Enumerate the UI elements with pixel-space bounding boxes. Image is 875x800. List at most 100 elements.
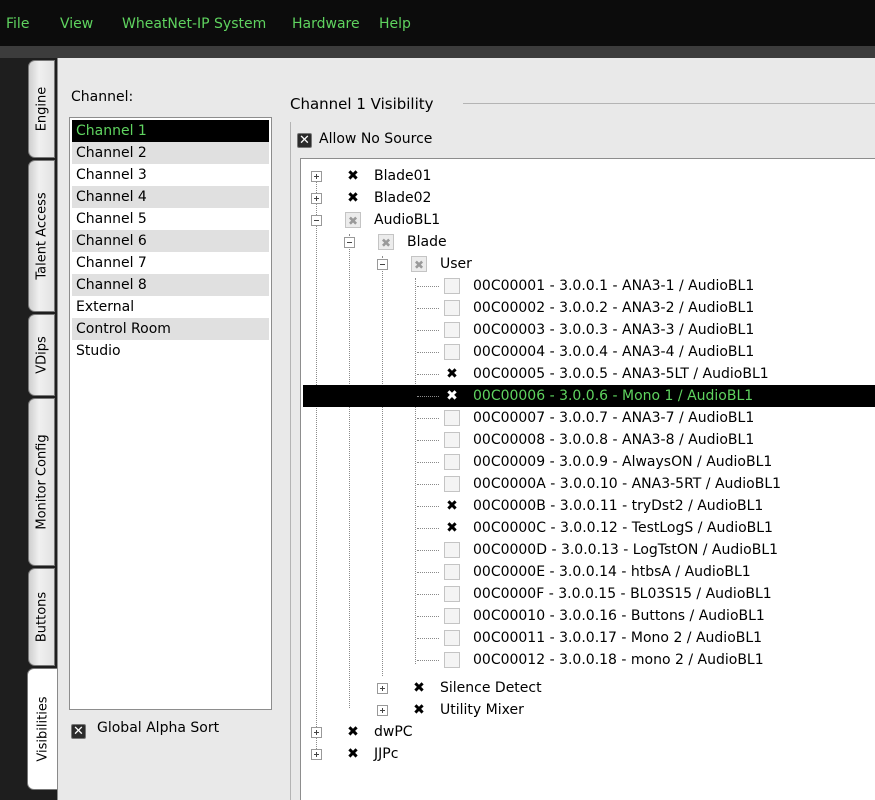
channel-item-external[interactable]: External xyxy=(72,296,269,318)
tree-node-source[interactable]: 00C00009 - 3.0.0.9 - AlwaysON / AudioBL1 xyxy=(303,451,875,473)
source-label: 00C00005 - 3.0.0.5 - ANA3-5LT / AudioBL1 xyxy=(473,366,769,382)
tree-node-audiobl1[interactable]: ✖ AudioBL1 xyxy=(303,209,875,231)
menu-file[interactable]: File xyxy=(6,16,29,32)
tree-node-source[interactable]: 00C00007 - 3.0.0.7 - ANA3-7 / AudioBL1 xyxy=(303,407,875,429)
empty-checkbox-icon[interactable] xyxy=(444,652,460,668)
expand-icon[interactable] xyxy=(311,171,322,182)
tree-node-utility-mixer[interactable]: ✖ Utility Mixer xyxy=(303,699,875,721)
empty-checkbox-icon[interactable] xyxy=(444,542,460,558)
tab-visibilities-label: Visibilities xyxy=(35,696,50,762)
empty-checkbox-icon[interactable] xyxy=(444,300,460,316)
tree-node-jjpc[interactable]: ✖ JJPc xyxy=(303,743,875,765)
menu-help[interactable]: Help xyxy=(379,16,411,32)
tab-talent-access[interactable]: Talent Access xyxy=(28,160,55,312)
x-checkbox-icon[interactable]: ✖ xyxy=(444,498,460,514)
channel-item-5[interactable]: Channel 5 xyxy=(72,208,269,230)
collapse-icon[interactable] xyxy=(311,215,322,226)
expand-icon[interactable] xyxy=(311,193,322,204)
empty-checkbox-icon[interactable] xyxy=(444,278,460,294)
tree-node-source[interactable]: 00C00008 - 3.0.0.8 - ANA3-8 / AudioBL1 xyxy=(303,429,875,451)
tree-node-source[interactable]: 00C0000F - 3.0.0.15 - BL03S15 / AudioBL1 xyxy=(303,583,875,605)
tab-engine[interactable]: Engine xyxy=(28,60,55,158)
channel-item-7[interactable]: Channel 7 xyxy=(72,252,269,274)
x-checkbox-icon[interactable]: ✖ xyxy=(345,168,361,184)
empty-checkbox-icon[interactable] xyxy=(444,454,460,470)
empty-checkbox-icon[interactable] xyxy=(444,630,460,646)
channel-item-2[interactable]: Channel 2 xyxy=(72,142,269,164)
channel-list[interactable]: Channel 1 Channel 2 Channel 3 Channel 4 … xyxy=(69,117,272,710)
channel-item-8[interactable]: Channel 8 xyxy=(72,274,269,296)
x-checkbox-icon[interactable]: ✖ xyxy=(444,388,460,404)
tab-visibilities[interactable]: Visibilities xyxy=(27,668,57,790)
source-label: 00C0000B - 3.0.0.11 - tryDst2 / AudioBL1 xyxy=(473,498,764,514)
channel-item-control-room[interactable]: Control Room xyxy=(72,318,269,340)
collapse-icon[interactable] xyxy=(344,237,355,248)
x-checkbox-icon[interactable]: ✖ xyxy=(345,746,361,762)
tree-node-source[interactable]: 00C00001 - 3.0.0.1 - ANA3-1 / AudioBL1 xyxy=(303,275,875,297)
tree-node-source[interactable]: 00C0000A - 3.0.0.10 - ANA3-5RT / AudioBL… xyxy=(303,473,875,495)
group-border-top xyxy=(463,103,875,104)
tree-node-source[interactable]: 00C00004 - 3.0.0.4 - ANA3-4 / AudioBL1 xyxy=(303,341,875,363)
empty-checkbox-icon[interactable] xyxy=(444,476,460,492)
empty-checkbox-icon[interactable] xyxy=(444,322,460,338)
x-checkbox-icon[interactable]: ✖ xyxy=(345,190,361,206)
x-checkbox-icon[interactable]: ✖ xyxy=(411,702,427,718)
empty-checkbox-icon[interactable] xyxy=(444,564,460,580)
x-checkbox-icon[interactable]: ✖ xyxy=(444,366,460,382)
tree-node-source[interactable]: ✖ 00C00005 - 3.0.0.5 - ANA3-5LT / AudioB… xyxy=(303,363,875,385)
tree-node-source[interactable]: ✖ 00C0000C - 3.0.0.12 - TestLogS / Audio… xyxy=(303,517,875,539)
tree-node-source[interactable]: 00C00003 - 3.0.0.3 - ANA3-3 / AudioBL1 xyxy=(303,319,875,341)
tree-node-dwpc[interactable]: ✖ dwPC xyxy=(303,721,875,743)
channel-item-6[interactable]: Channel 6 xyxy=(72,230,269,252)
tree-node-blade01[interactable]: ✖ Blade01 xyxy=(303,165,875,187)
menu-view[interactable]: View xyxy=(60,16,93,32)
source-label: 00C00010 - 3.0.0.16 - Buttons / AudioBL1 xyxy=(473,608,765,624)
tree-node-source-selected[interactable]: ✖ 00C00006 - 3.0.0.6 - Mono 1 / AudioBL1 xyxy=(303,385,875,407)
expand-icon[interactable] xyxy=(377,705,388,716)
tree-node-silence-detect[interactable]: ✖ Silence Detect xyxy=(303,677,875,699)
channel-item-studio[interactable]: Studio xyxy=(72,340,269,362)
tree-node-source[interactable]: 00C00010 - 3.0.0.16 - Buttons / AudioBL1 xyxy=(303,605,875,627)
empty-checkbox-icon[interactable] xyxy=(444,608,460,624)
tab-buttons[interactable]: Buttons xyxy=(28,568,55,666)
allow-no-source-checkbox[interactable] xyxy=(297,132,312,149)
tree-node-blade[interactable]: ✖ Blade xyxy=(303,231,875,253)
x-checkbox-icon[interactable]: ✖ xyxy=(411,680,427,696)
tree-node-source[interactable]: 00C00012 - 3.0.0.18 - mono 2 / AudioBL1 xyxy=(303,649,875,671)
tab-vdips[interactable]: VDips xyxy=(28,314,55,396)
tree-node-user[interactable]: ✖ User xyxy=(303,253,875,275)
channel-item-1[interactable]: Channel 1 xyxy=(72,120,269,142)
collapse-icon[interactable] xyxy=(377,259,388,270)
x-checkbox-icon[interactable]: ✖ xyxy=(345,724,361,740)
tree-node-source[interactable]: 00C00002 - 3.0.0.2 - ANA3-2 / AudioBL1 xyxy=(303,297,875,319)
menu-hardware[interactable]: Hardware xyxy=(292,16,360,32)
tree-node-blade02[interactable]: ✖ Blade02 xyxy=(303,187,875,209)
expand-icon[interactable] xyxy=(311,727,322,738)
menu-wheatnet-ip-system[interactable]: WheatNet-IP System xyxy=(122,16,266,32)
tree-node-source[interactable]: 00C00011 - 3.0.0.17 - Mono 2 / AudioBL1 xyxy=(303,627,875,649)
channel-item-4[interactable]: Channel 4 xyxy=(72,186,269,208)
empty-checkbox-icon[interactable] xyxy=(444,432,460,448)
partial-checkbox-icon[interactable]: ✖ xyxy=(411,256,427,272)
source-label: 00C0000D - 3.0.0.13 - LogTstON / AudioBL… xyxy=(473,542,779,558)
channel-item-3[interactable]: Channel 3 xyxy=(72,164,269,186)
partial-checkbox-icon[interactable]: ✖ xyxy=(345,212,361,228)
tree-node-source[interactable]: 00C0000D - 3.0.0.13 - LogTstON / AudioBL… xyxy=(303,539,875,561)
x-checkbox-icon[interactable]: ✖ xyxy=(444,520,460,536)
expand-icon[interactable] xyxy=(311,749,322,760)
visibility-tree[interactable]: ✖ Blade01 ✖ Blade02 ✖ AudioBL1 ✖ Blade ✖… xyxy=(300,158,875,800)
global-alpha-sort-checkbox[interactable] xyxy=(71,723,86,740)
menu-bar: File View WheatNet-IP System Hardware He… xyxy=(0,0,875,46)
partial-checkbox-icon[interactable]: ✖ xyxy=(378,234,394,250)
tab-talent-access-label: Talent Access xyxy=(34,192,49,280)
tab-monitor-config[interactable]: Monitor Config xyxy=(28,398,55,566)
empty-checkbox-icon[interactable] xyxy=(444,410,460,426)
source-label: 00C00006 - 3.0.0.6 - Mono 1 / AudioBL1 xyxy=(473,388,754,404)
empty-checkbox-icon[interactable] xyxy=(444,586,460,602)
channel-label: Channel: xyxy=(71,89,134,105)
tree-connector xyxy=(417,286,439,288)
expand-icon[interactable] xyxy=(377,683,388,694)
empty-checkbox-icon[interactable] xyxy=(444,344,460,360)
tree-node-source[interactable]: 00C0000E - 3.0.0.14 - htbsA / AudioBL1 xyxy=(303,561,875,583)
tree-node-source[interactable]: ✖ 00C0000B - 3.0.0.11 - tryDst2 / AudioB… xyxy=(303,495,875,517)
